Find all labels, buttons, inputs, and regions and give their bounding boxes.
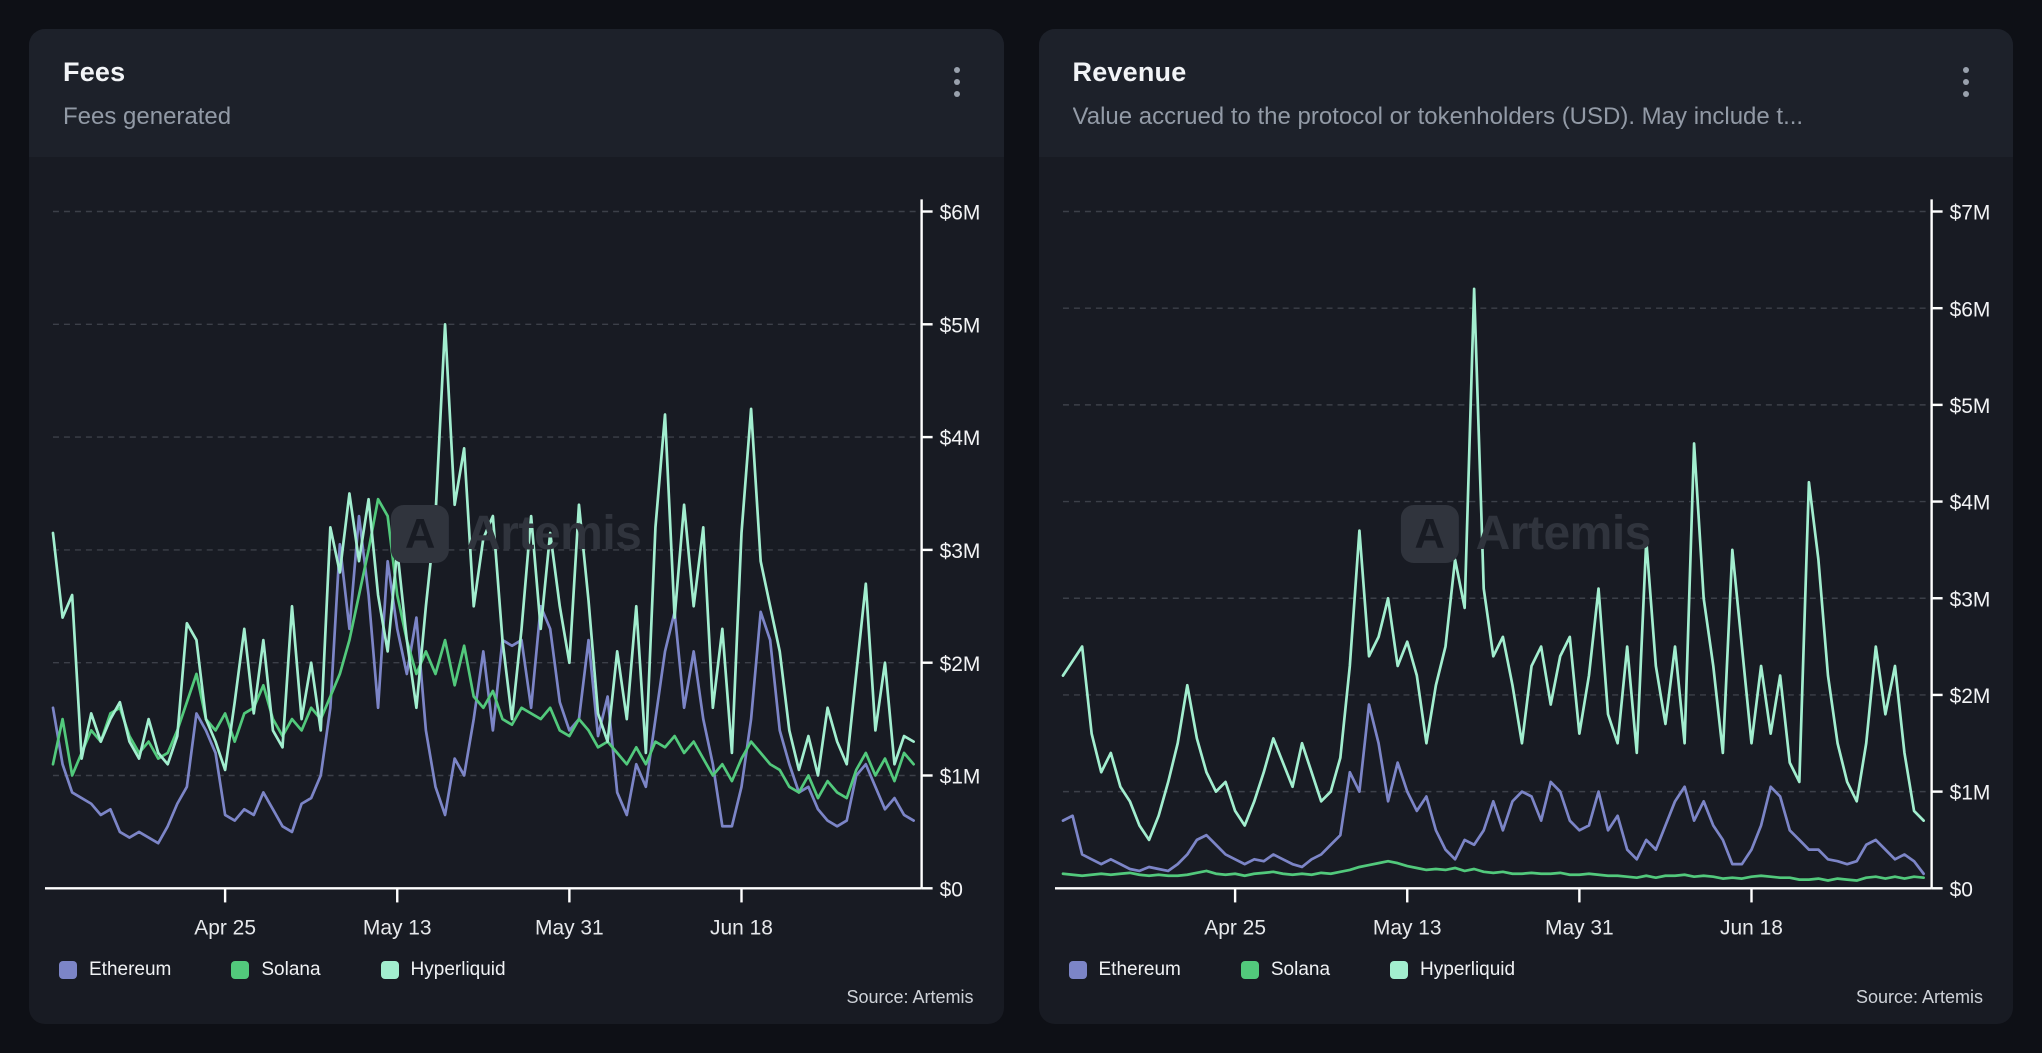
revenue-chart-area: $0 $1M $2M $3M $4M $5M $6M $7M Apr 25 May 13 May 3… [1039,157,2014,959]
solana-swatch [231,961,249,979]
svg-text:May 31: May 31 [1545,917,1614,940]
svg-text:$7M: $7M [1949,201,1990,224]
fees-card-header: Fees Fees generated [29,29,1004,157]
svg-text:May 13: May 13 [363,917,432,940]
legend-label: Hyperliquid [411,959,506,981]
fees-card: Fees Fees generated $0 $1M $2M $3M $4M $5M $6M… [29,29,1004,1024]
fees-chart-area: $0 $1M $2M $3M $4M $5M $6M Apr 25 May 13 May 31 Ju… [29,157,1004,959]
legend-label: Hyperliquid [1420,959,1515,981]
svg-text:$6M: $6M [1949,298,1990,321]
hyperliquid-swatch [1390,961,1408,979]
legend-item-hyperliquid[interactable]: Hyperliquid [381,959,506,981]
legend-label: Ethereum [1099,959,1181,981]
svg-text:$1M: $1M [940,765,981,788]
solana-swatch [1241,961,1259,979]
legend-item-ethereum[interactable]: Ethereum [59,959,171,981]
legend-label: Ethereum [89,959,171,981]
svg-text:$2M: $2M [1949,685,1990,708]
revenue-card-titles: Revenue Value accrued to the protocol or… [1073,57,1804,131]
svg-text:May 31: May 31 [535,917,604,940]
ethereum-swatch [59,961,77,979]
ethereum-swatch [1069,961,1087,979]
svg-text:$3M: $3M [1949,588,1990,611]
svg-text:$1M: $1M [1949,782,1990,805]
source-attribution: Source: Artemis [1069,987,1984,1008]
svg-text:$6M: $6M [940,201,981,224]
svg-text:Apr 25: Apr 25 [1204,917,1266,940]
card-title: Fees [63,57,231,88]
svg-text:$0: $0 [940,878,963,901]
revenue-card-header: Revenue Value accrued to the protocol or… [1039,29,2014,157]
svg-text:Apr 25: Apr 25 [194,917,256,940]
kebab-menu-icon[interactable] [944,59,970,105]
source-attribution: Source: Artemis [59,987,974,1008]
fees-card-titles: Fees Fees generated [63,57,231,131]
svg-text:$3M: $3M [940,540,981,563]
svg-text:$5M: $5M [940,314,981,337]
legend-item-solana[interactable]: Solana [1241,959,1330,981]
fees-line-chart[interactable]: $0 $1M $2M $3M $4M $5M $6M Apr 25 May 13 May 31 Ju… [39,161,998,959]
legend: Ethereum Solana Hyperliquid [1069,959,1984,981]
dashboard: Fees Fees generated $0 $1M $2M $3M $4M $5M $6M… [0,0,2042,1053]
legend-label: Solana [1271,959,1330,981]
card-subtitle: Fees generated [63,103,231,131]
kebab-dot [954,91,960,97]
svg-text:Jun 18: Jun 18 [710,917,773,940]
legend-label: Solana [261,959,320,981]
revenue-line-chart[interactable]: $0 $1M $2M $3M $4M $5M $6M $7M Apr 25 May 13 May 3… [1049,161,2008,959]
legend-item-hyperliquid[interactable]: Hyperliquid [1390,959,1515,981]
kebab-dot [954,79,960,85]
fees-card-footer: Ethereum Solana Hyperliquid Source: Arte… [29,959,1004,1024]
svg-text:$2M: $2M [940,653,981,676]
legend: Ethereum Solana Hyperliquid [59,959,974,981]
revenue-card: Revenue Value accrued to the protocol or… [1039,29,2014,1024]
kebab-dot [1963,91,1969,97]
kebab-dot [1963,67,1969,73]
kebab-dot [1963,79,1969,85]
svg-text:$4M: $4M [940,427,981,450]
card-title: Revenue [1073,57,1804,88]
svg-text:May 13: May 13 [1372,917,1441,940]
legend-item-ethereum[interactable]: Ethereum [1069,959,1181,981]
svg-text:$0: $0 [1949,878,1972,901]
legend-item-solana[interactable]: Solana [231,959,320,981]
kebab-dot [954,67,960,73]
svg-text:Jun 18: Jun 18 [1720,917,1783,940]
svg-text:$4M: $4M [1949,492,1990,515]
kebab-menu-icon[interactable] [1953,59,1979,105]
svg-text:$5M: $5M [1949,395,1990,418]
revenue-card-footer: Ethereum Solana Hyperliquid Source: Arte… [1039,959,2014,1024]
card-subtitle: Value accrued to the protocol or tokenho… [1073,103,1804,131]
hyperliquid-swatch [381,961,399,979]
